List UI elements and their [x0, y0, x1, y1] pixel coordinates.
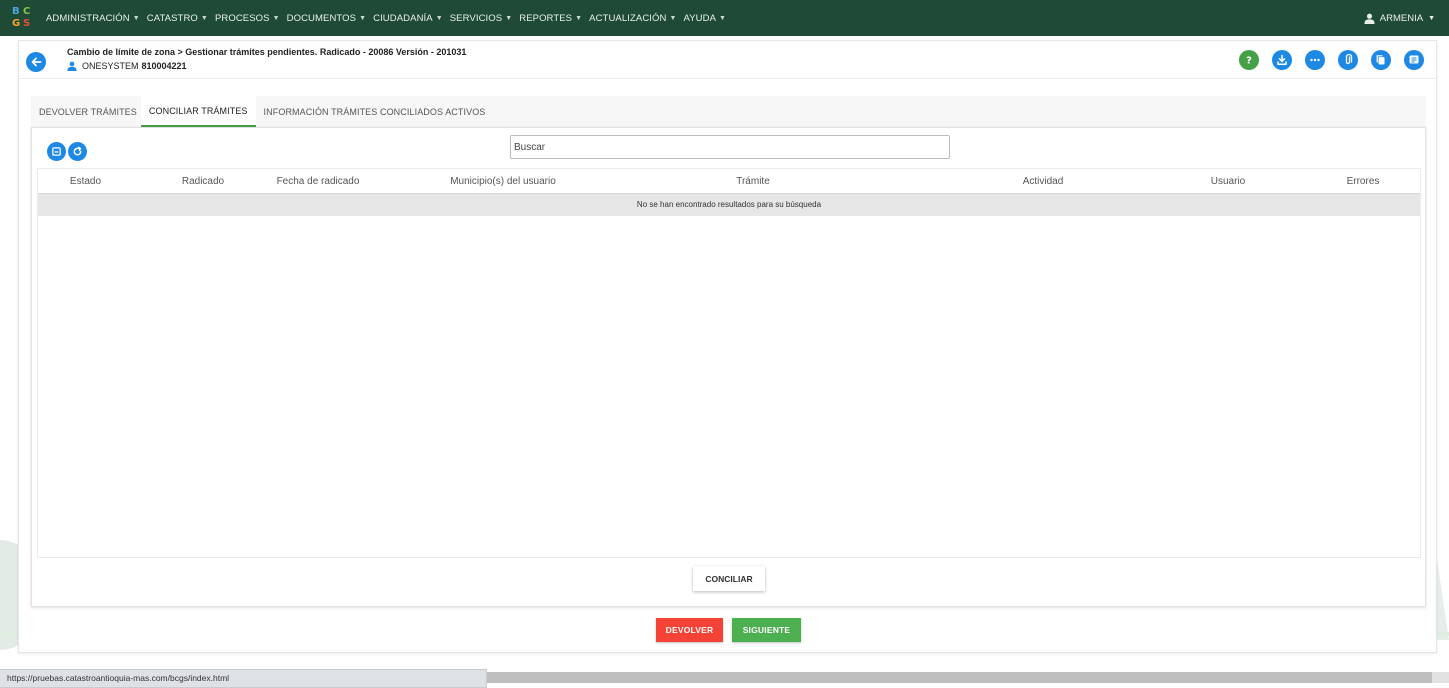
- menu-actualizacion[interactable]: ACTUALIZACIÓN ▼: [589, 13, 676, 24]
- siguiente-button[interactable]: SIGUIENTE: [732, 618, 801, 642]
- export-button[interactable]: [47, 142, 66, 161]
- tramites-table: Estado Radicado Fecha de radicado Munici…: [37, 168, 1421, 558]
- status-url: https://pruebas.catastroantioquia-mas.co…: [0, 669, 487, 688]
- column-header[interactable]: Usuario: [1178, 169, 1278, 194]
- refresh-button[interactable]: [68, 142, 87, 161]
- chevron-down-icon: ▼: [200, 14, 208, 22]
- copy-icon: [1376, 55, 1385, 65]
- conciliar-panel: Estado Radicado Fecha de radicado Munici…: [31, 127, 1426, 607]
- user-name: ONESYSTEM: [82, 61, 139, 71]
- page-title: Cambio de límite de zona > Gestionar trá…: [67, 47, 467, 57]
- empty-results-message: No se han encontrado resultados para su …: [38, 194, 1420, 216]
- attachment-button[interactable]: [1338, 50, 1358, 70]
- menu-ayuda[interactable]: AYUDA ▼: [684, 13, 727, 24]
- assigned-user: ONESYSTEM 810004221: [67, 61, 187, 71]
- header-actions: ?: [1226, 50, 1424, 70]
- column-header[interactable]: Trámite: [678, 169, 828, 194]
- menu-documentos[interactable]: DOCUMENTOS ▼: [287, 13, 366, 24]
- chevron-down-icon: ▼: [719, 14, 727, 22]
- menu-catastro[interactable]: CATASTRO ▼: [147, 13, 208, 24]
- search-input[interactable]: [510, 135, 950, 159]
- chevron-down-icon: ▼: [669, 14, 677, 22]
- main-menu: ADMINISTRACIÓN ▼ CATASTRO ▼ PROCESOS ▼ DOCU…: [46, 13, 733, 24]
- column-header[interactable]: Radicado: [148, 169, 258, 194]
- tab-devolver-tramites[interactable]: DEVOLVER TRÁMITES: [31, 96, 141, 127]
- tab-conciliar-tramites[interactable]: CONCILIAR TRÁMITES: [140, 96, 256, 127]
- download-icon: [1277, 54, 1287, 65]
- user-menu-label: ARMENIA: [1379, 12, 1424, 24]
- menu-administracion[interactable]: ADMINISTRACIÓN ▼: [46, 13, 140, 24]
- help-button[interactable]: ?: [1239, 50, 1259, 70]
- help-icon: ?: [1246, 56, 1252, 67]
- scrollbar-track-end: [1432, 672, 1449, 683]
- column-header[interactable]: Actividad: [968, 169, 1118, 194]
- app-logo[interactable]: BC GS: [12, 6, 34, 30]
- column-header[interactable]: Fecha de radicado: [263, 169, 373, 194]
- refresh-icon: [73, 146, 82, 156]
- notes-button[interactable]: [1404, 50, 1424, 70]
- user-menu[interactable]: ARMENIA ▼: [1364, 0, 1435, 36]
- copy-button[interactable]: [1371, 50, 1391, 70]
- table-header: Estado Radicado Fecha de radicado Munici…: [38, 169, 1420, 194]
- menu-servicios[interactable]: SERVICIOS ▼: [450, 13, 513, 24]
- column-header[interactable]: Errores: [1318, 169, 1408, 194]
- chevron-down-icon: ▼: [1428, 14, 1435, 22]
- svg-text:?: ?: [1246, 56, 1252, 67]
- notes-icon: [1409, 55, 1419, 64]
- column-header[interactable]: Estado: [38, 169, 133, 194]
- horizontal-scrollbar[interactable]: [487, 672, 1432, 683]
- chevron-down-icon: ▼: [435, 14, 443, 22]
- back-button[interactable]: [26, 52, 46, 72]
- arrow-left-icon: [31, 57, 42, 67]
- devolver-button[interactable]: DEVOLVER: [656, 618, 723, 642]
- menu-procesos[interactable]: PROCESOS ▼: [215, 13, 280, 24]
- user-icon: [67, 61, 77, 71]
- main-card: Cambio de límite de zona > Gestionar trá…: [18, 40, 1437, 653]
- export-icon: [52, 147, 61, 156]
- browser-status-bar: https://pruebas.catastroantioquia-mas.co…: [0, 669, 1449, 688]
- more-button[interactable]: [1305, 50, 1325, 70]
- chevron-down-icon: ▼: [575, 14, 583, 22]
- chevron-down-icon: ▼: [132, 14, 140, 22]
- menu-ciudadania[interactable]: CIUDADANÍA ▼: [373, 13, 443, 24]
- chevron-down-icon: ▼: [272, 14, 280, 22]
- user-icon: [1364, 13, 1375, 24]
- tab-bar: DEVOLVER TRÁMITES CONCILIAR TRÁMITES INF…: [31, 96, 1426, 127]
- top-navbar: BC GS ADMINISTRACIÓN ▼ CATASTRO ▼ PROCESOS…: [0, 0, 1449, 36]
- chevron-down-icon: ▼: [359, 14, 367, 22]
- menu-reportes[interactable]: REPORTES ▼: [519, 13, 582, 24]
- tab-informacion-tramites-conciliados[interactable]: INFORMACIÓN TRÁMITES CONCILIADOS ACTIVOS: [256, 96, 490, 127]
- download-button[interactable]: [1272, 50, 1292, 70]
- conciliar-button[interactable]: CONCILIAR: [693, 566, 765, 591]
- column-header[interactable]: Municipio(s) del usuario: [418, 169, 588, 194]
- more-icon: [1310, 58, 1320, 62]
- user-id: 810004221: [141, 61, 187, 71]
- page-header: Cambio de límite de zona > Gestionar trá…: [19, 41, 1436, 79]
- attachment-icon: [1345, 54, 1353, 65]
- chevron-down-icon: ▼: [505, 14, 513, 22]
